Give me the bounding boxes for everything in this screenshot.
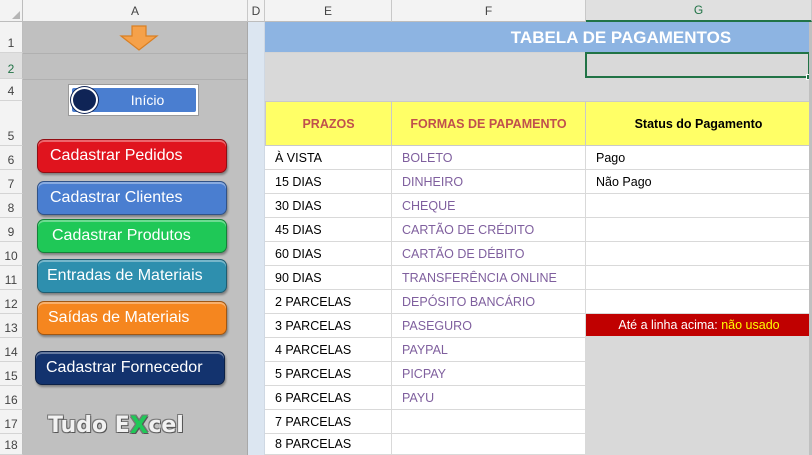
forma-cell[interactable]: PASEGURO [392, 314, 586, 338]
selected-cell-g2[interactable] [585, 52, 810, 78]
row-header[interactable]: 12 [0, 290, 23, 314]
forma-cell[interactable]: TRANSFERÊNCIA ONLINE [392, 266, 586, 290]
column-header-g[interactable]: G [586, 0, 812, 22]
forma-cell[interactable]: CHEQUE [392, 194, 586, 218]
row-header[interactable]: 5 [0, 101, 23, 146]
forma-cell[interactable] [392, 434, 586, 455]
row-header[interactable]: 1 [0, 22, 23, 53]
prazo-cell[interactable]: 2 PARCELAS [265, 290, 392, 314]
prazo-cell[interactable]: 90 DIAS [265, 266, 392, 290]
forma-cell[interactable]: DEPÓSITO BANCÁRIO [392, 290, 586, 314]
status-cell[interactable]: Não Pago [586, 170, 812, 194]
forma-cell[interactable]: DINHEIRO [392, 170, 586, 194]
prazo-cell[interactable]: 5 PARCELAS [265, 362, 392, 386]
status-cell[interactable] [586, 218, 812, 242]
row-header[interactable]: 11 [0, 266, 23, 290]
column-header-e[interactable]: E [265, 0, 392, 22]
forma-cell[interactable]: CARTÃO DE CRÉDITO [392, 218, 586, 242]
note-highlight: não usado [721, 318, 780, 332]
row-header[interactable]: 10 [0, 242, 23, 266]
row-divider [23, 53, 247, 54]
column-d-strip [248, 22, 265, 455]
row-header[interactable]: 7 [0, 170, 23, 194]
forma-cell[interactable]: PICPAY [392, 362, 586, 386]
row-header[interactable]: 2 [0, 53, 23, 79]
title-bar: TABELA DE PAGAMENTOS [265, 22, 812, 53]
prazo-cell[interactable]: 3 PARCELAS [265, 314, 392, 338]
note-prefix: Até a linha acima: [618, 318, 718, 332]
row-header[interactable]: 4 [0, 79, 23, 101]
column-header-d[interactable]: D [248, 0, 265, 22]
prazo-cell[interactable]: À VISTA [265, 146, 392, 170]
gray-area [586, 336, 812, 455]
logo-text: Tudo E [48, 412, 130, 438]
cadastrar-pedidos-button[interactable]: Cadastrar Pedidos [37, 139, 227, 173]
logo-text: cel [148, 412, 184, 438]
logo-x: X [129, 411, 149, 439]
row-divider [23, 79, 247, 80]
status-cell[interactable] [586, 242, 812, 266]
cadastrar-fornecedor-button[interactable]: Cadastrar Fornecedor [35, 351, 225, 385]
forma-cell[interactable]: BOLETO [392, 146, 586, 170]
row-header[interactable]: 18 [0, 434, 23, 455]
row-header[interactable]: 16 [0, 386, 23, 410]
row-header[interactable]: 13 [0, 314, 23, 338]
prazo-cell[interactable]: 7 PARCELAS [265, 410, 392, 434]
row-header[interactable]: 8 [0, 194, 23, 218]
unused-note: Até a linha acima: não usado [586, 314, 812, 336]
prazo-cell[interactable]: 15 DIAS [265, 170, 392, 194]
row-header[interactable]: 6 [0, 146, 23, 170]
prazo-cell[interactable]: 4 PARCELAS [265, 338, 392, 362]
inicio-toggle[interactable]: Início [68, 84, 199, 116]
cadastrar-clientes-button[interactable]: Cadastrar Clientes [37, 181, 227, 215]
saidas-de-materiais-button[interactable]: Saídas de Materiais [37, 301, 227, 335]
tudo-excel-logo: Tudo E Xcel [48, 410, 184, 440]
cadastrar-produtos-button[interactable]: Cadastrar Produtos [37, 219, 227, 253]
prazo-cell[interactable]: 6 PARCELAS [265, 386, 392, 410]
status-cell[interactable] [586, 194, 812, 218]
toggle-knob [71, 87, 98, 113]
column-header-a[interactable]: A [23, 0, 248, 22]
header-formas: FORMAS DE PAPAMENTO [392, 101, 586, 146]
page-title: TABELA DE PAGAMENTOS [510, 27, 732, 47]
row-header[interactable]: 17 [0, 410, 23, 434]
forma-cell[interactable]: PAYU [392, 386, 586, 410]
status-cell[interactable] [586, 290, 812, 314]
prazo-cell[interactable]: 45 DIAS [265, 218, 392, 242]
column-header-f[interactable]: F [392, 0, 586, 22]
row-header[interactable]: 14 [0, 338, 23, 362]
arrow-down-icon [119, 25, 159, 51]
entradas-de-materiais-button[interactable]: Entradas de Materiais [37, 259, 227, 293]
forma-cell[interactable] [392, 410, 586, 434]
header-prazos: PRAZOS [265, 101, 392, 146]
prazo-cell[interactable]: 8 PARCELAS [265, 434, 392, 455]
row-header[interactable]: 9 [0, 218, 23, 242]
row-header[interactable]: 15 [0, 362, 23, 386]
prazo-cell[interactable]: 30 DIAS [265, 194, 392, 218]
forma-cell[interactable]: CARTÃO DE DÉBITO [392, 242, 586, 266]
status-cell[interactable] [586, 266, 812, 290]
toggle-label: Início [130, 92, 165, 108]
header-status: Status do Pagamento [586, 101, 812, 146]
prazo-cell[interactable]: 60 DIAS [265, 242, 392, 266]
status-cell[interactable]: Pago [586, 146, 812, 170]
select-all-corner[interactable] [0, 0, 23, 22]
forma-cell[interactable]: PAYPAL [392, 338, 586, 362]
